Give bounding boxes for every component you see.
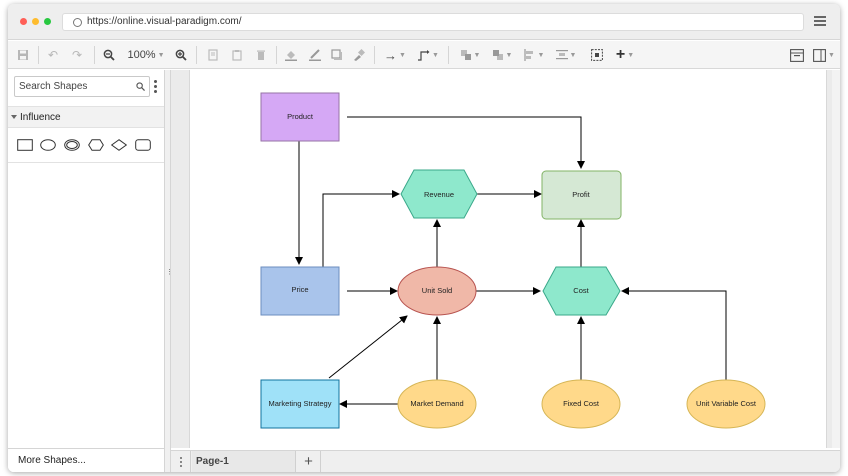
undo-icon[interactable]: ↶	[46, 47, 60, 63]
minimize-window-dot[interactable]	[32, 18, 39, 25]
node-product[interactable]: Product	[260, 92, 340, 142]
edge-marketing-unitsold[interactable]	[328, 315, 408, 379]
waypoint-icon[interactable]: ▼	[416, 47, 440, 63]
toolbar-separator	[374, 46, 375, 64]
chevron-down-icon: ▼	[627, 51, 635, 59]
page-menu-icon[interactable]	[171, 451, 191, 472]
address-bar[interactable]: https://online.visual-paradigm.com/	[62, 13, 804, 31]
node-revenue[interactable]: Revenue	[400, 169, 478, 219]
node-fixed-cost[interactable]: Fixed Cost	[541, 379, 621, 429]
chevron-down-icon: ▼	[505, 51, 513, 59]
close-window-dot[interactable]	[20, 18, 27, 25]
node-price[interactable]: Price	[260, 266, 340, 316]
shadow-icon[interactable]	[330, 47, 344, 63]
chevron-down-icon: ▼	[569, 51, 577, 59]
shapes-sidebar: Influence More Shapes...	[8, 70, 165, 472]
hexagon-shape-icon[interactable]	[88, 139, 104, 151]
node-fixed-cost-label: Fixed Cost	[563, 399, 600, 408]
zoom-out-icon[interactable]	[102, 47, 116, 63]
toolbar-separator	[38, 46, 39, 64]
browser-titlebar: https://online.visual-paradigm.com/	[8, 4, 840, 40]
format-panel-icon[interactable]	[790, 47, 804, 63]
distribute-icon[interactable]: ▼	[554, 47, 578, 63]
node-market-demand[interactable]: Market Demand	[397, 379, 477, 429]
sidebar-more-icon[interactable]	[154, 80, 157, 94]
to-back-icon[interactable]: ▼	[490, 47, 514, 63]
node-profit-label: Profit	[572, 190, 590, 199]
chevron-down-icon: ▼	[473, 51, 481, 59]
align-icon[interactable]: ▼	[522, 47, 546, 63]
browser-menu-icon[interactable]	[814, 16, 826, 26]
insert-icon[interactable]: + ▼	[612, 47, 638, 63]
node-unit-sold[interactable]: Unit Sold	[397, 266, 477, 316]
section-title: Influence	[20, 112, 61, 123]
node-unit-variable-cost[interactable]: Unit Variable Cost	[686, 379, 766, 429]
toolbar-separator	[276, 46, 277, 64]
zoom-level-value: 100%	[127, 49, 156, 61]
node-market-demand-label: Market Demand	[410, 399, 463, 408]
edge-price-revenue[interactable]	[322, 190, 400, 267]
connector-icon[interactable]: → ▼	[382, 47, 408, 63]
search-shapes-box	[14, 76, 150, 97]
page-status-icon	[73, 18, 82, 27]
shape-palette	[8, 129, 164, 163]
page-tab[interactable]: Page-1	[192, 451, 296, 472]
chevron-down-icon: ▼	[537, 51, 545, 59]
node-cost[interactable]: Cost	[542, 266, 621, 316]
page-tabs-bar: Page-1 +	[171, 450, 840, 472]
node-revenue-label: Revenue	[424, 190, 454, 199]
toolbar-separator	[448, 46, 449, 64]
rectangle-shape-icon[interactable]	[17, 139, 33, 151]
chevron-down-icon: ▼	[432, 51, 439, 59]
node-cost-label: Cost	[573, 286, 589, 295]
edge-unitvariable-cost[interactable]	[621, 287, 727, 380]
add-page-button[interactable]: +	[297, 451, 321, 472]
select-all-icon[interactable]	[590, 47, 604, 63]
diagram-canvas-area[interactable]: Product Revenue Profit Price Unit Sold C…	[171, 70, 840, 448]
node-profit[interactable]: Profit	[541, 170, 622, 220]
node-marketing-strategy[interactable]: Marketing Strategy	[260, 379, 340, 429]
diamond-shape-icon[interactable]	[111, 139, 127, 151]
ellipse-shape-icon[interactable]	[40, 139, 56, 151]
influence-diagram[interactable]: Product Revenue Profit Price Unit Sold C…	[190, 70, 828, 448]
toolbar-separator	[196, 46, 197, 64]
to-front-icon[interactable]: ▼	[458, 47, 482, 63]
node-unit-variable-cost-label: Unit Variable Cost	[696, 399, 757, 408]
format-painter-icon[interactable]	[352, 47, 366, 63]
zoom-in-icon[interactable]	[174, 47, 188, 63]
zoom-level-select[interactable]: 100% ▼	[124, 47, 168, 63]
copy-icon[interactable]	[206, 47, 220, 63]
chevron-down-icon: ▼	[828, 51, 835, 59]
toolbar-separator	[94, 46, 95, 64]
editor-toolbar: ↶ ↷ 100% ▼ → ▼ ▼ ▼ ▼ ▼ ▼ + ▼ ▼	[8, 41, 840, 69]
node-unit-sold-label: Unit Sold	[422, 286, 452, 295]
diagram-page[interactable]: Product Revenue Profit Price Unit Sold C…	[189, 70, 827, 448]
influence-section-header[interactable]: Influence	[8, 106, 164, 128]
node-marketing-strategy-label: Marketing Strategy	[269, 399, 332, 408]
chevron-down-icon: ▼	[157, 51, 165, 59]
redo-icon[interactable]: ↷	[70, 47, 84, 63]
line-color-icon[interactable]	[308, 47, 322, 63]
double-ellipse-shape-icon[interactable]	[64, 139, 80, 151]
collapse-triangle-icon	[11, 115, 17, 119]
search-shapes-input[interactable]	[19, 79, 131, 94]
page-tab-label: Page-1	[196, 456, 229, 467]
fill-color-icon[interactable]	[284, 47, 298, 63]
edge-product-profit[interactable]	[347, 116, 585, 169]
node-product-label: Product	[287, 112, 314, 121]
more-shapes-label: More Shapes...	[18, 455, 86, 466]
vertical-scrollbar[interactable]	[832, 70, 840, 448]
chevron-down-icon: ▼	[399, 51, 406, 59]
outline-panel-icon[interactable]: ▼	[812, 47, 836, 63]
rounded-rectangle-shape-icon[interactable]	[135, 139, 151, 151]
delete-icon[interactable]	[254, 47, 268, 63]
node-price-label: Price	[291, 285, 308, 294]
save-icon[interactable]	[16, 47, 30, 63]
url-text: https://online.visual-paradigm.com/	[87, 16, 242, 27]
search-icon[interactable]	[136, 82, 145, 91]
browser-window: https://online.visual-paradigm.com/ ↶ ↷ …	[8, 4, 840, 472]
more-shapes-button[interactable]: More Shapes...	[8, 448, 164, 472]
maximize-window-dot[interactable]	[44, 18, 51, 25]
paste-icon[interactable]	[230, 47, 244, 63]
